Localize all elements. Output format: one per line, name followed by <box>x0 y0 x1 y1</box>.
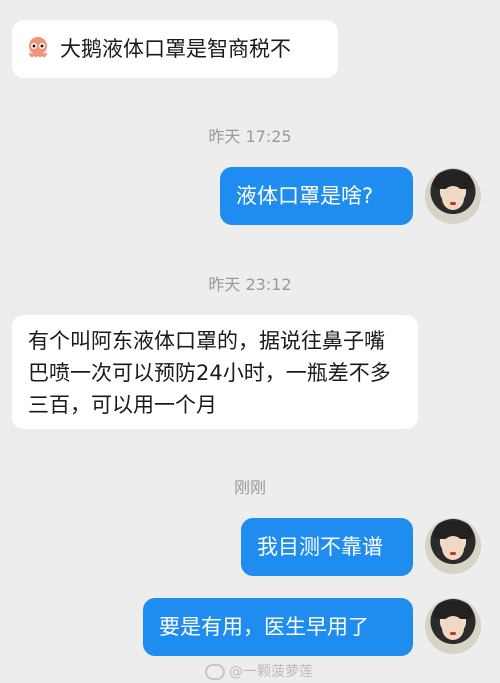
message-text: 要是有用，医生早用了 <box>159 615 369 639</box>
user-avatar[interactable] <box>425 168 481 224</box>
message-bubble-incoming[interactable]: 大鹅液体口罩是智商税不 <box>12 20 338 78</box>
octopus-emoji-icon <box>28 37 48 58</box>
message-text: 有个叫阿东液体口罩的，据说往鼻子嘴巴喷一次可以预防24小时，一瓶差不多三百，可以… <box>28 329 391 417</box>
user-avatar[interactable] <box>425 518 481 574</box>
watermark-text: @一颗菠萝莲 <box>229 664 313 680</box>
message-bubble-outgoing[interactable]: 要是有用，医生早用了 <box>143 598 413 656</box>
message-bubble-incoming[interactable]: 有个叫阿东液体口罩的，据说往鼻子嘴巴喷一次可以预防24小时，一瓶差不多三百，可以… <box>12 315 418 429</box>
message-text: 大鹅液体口罩是智商税不 <box>60 37 291 61</box>
user-avatar[interactable] <box>425 598 481 654</box>
message-bubble-outgoing[interactable]: 液体口罩是啥? <box>220 167 413 225</box>
watermark: @一颗菠萝莲 <box>205 661 313 681</box>
message-text: 我目测不靠谱 <box>257 535 383 559</box>
timestamp: 刚刚 <box>233 478 266 497</box>
timestamp: 昨天 17:25 <box>208 127 292 146</box>
message-text: 液体口罩是啥? <box>236 184 374 208</box>
message-bubble-outgoing[interactable]: 我目测不靠谱 <box>241 518 413 576</box>
timestamp: 昨天 23:12 <box>208 275 292 294</box>
weibo-icon <box>205 664 225 680</box>
